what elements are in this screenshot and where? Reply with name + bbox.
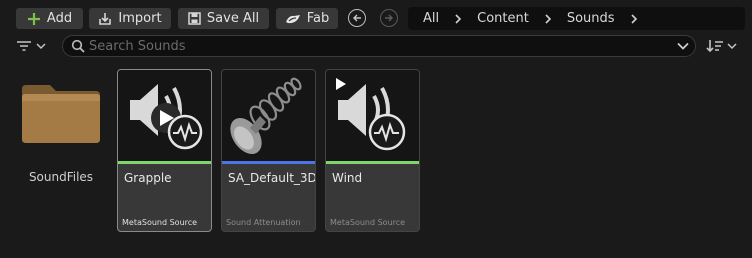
import-button-label: Import <box>118 11 162 26</box>
sound-attenuation-icon <box>230 77 302 155</box>
save-all-button[interactable]: Save All <box>177 7 270 30</box>
sort-button[interactable] <box>706 37 742 55</box>
breadcrumb: All Content Sounds <box>408 7 745 30</box>
fab-icon <box>285 14 300 23</box>
add-button-label: Add <box>46 11 73 26</box>
search-input[interactable] <box>89 38 649 54</box>
sort-icon <box>706 40 723 53</box>
arrow-left-icon <box>353 14 361 22</box>
chevron-right-icon[interactable] <box>439 13 462 24</box>
metasound-icon <box>336 78 406 151</box>
asset-thumbnail <box>222 70 315 161</box>
asset-name: Grapple <box>124 171 172 185</box>
folder-tile[interactable]: SoundFiles <box>18 83 104 193</box>
asset-type: MetaSound Source <box>122 218 198 227</box>
chevron-right-icon[interactable] <box>615 13 638 24</box>
filter-button[interactable] <box>16 37 52 55</box>
fab-button[interactable]: Fab <box>275 7 339 30</box>
asset-type-strip <box>118 161 211 164</box>
asset-type: Sound Attenuation <box>226 218 301 227</box>
asset-thumbnail <box>326 70 419 161</box>
save-all-button-label: Save All <box>206 11 260 26</box>
asset-name: SA_Default_3D <box>228 171 316 185</box>
arrow-right-icon <box>385 14 393 22</box>
search-box <box>62 35 696 57</box>
chevron-down-icon[interactable] <box>677 42 689 50</box>
fab-button-label: Fab <box>306 11 330 26</box>
asset-type-strip <box>326 161 419 164</box>
asset-tile-grapple[interactable]: Grapple MetaSound Source <box>117 69 212 232</box>
breadcrumb-item-all[interactable]: All <box>408 11 439 26</box>
asset-thumbnail <box>118 70 211 161</box>
chevron-right-icon[interactable] <box>529 13 552 24</box>
content-browser-toolbar: Add Import Save All Fab All Content Soun… <box>0 0 752 36</box>
import-icon <box>99 12 112 25</box>
forward-button[interactable] <box>380 9 398 27</box>
breadcrumb-item-content[interactable]: Content <box>462 11 529 26</box>
import-button[interactable]: Import <box>88 7 172 30</box>
asset-name: Wind <box>332 171 363 185</box>
asset-tile-wind[interactable]: Wind MetaSound Source <box>325 69 420 232</box>
metasound-icon <box>130 84 203 150</box>
add-button[interactable]: Add <box>15 7 84 30</box>
asset-type: MetaSound Source <box>330 218 406 227</box>
folder-icon <box>22 85 100 143</box>
folder-label: SoundFiles <box>28 170 94 184</box>
plus-icon <box>27 12 40 25</box>
asset-tile-sa-default-3d[interactable]: SA_Default_3D Sound Attenuation <box>221 69 316 232</box>
chevron-down-icon <box>727 43 737 50</box>
filter-icon <box>17 41 31 51</box>
back-button[interactable] <box>348 9 366 27</box>
search-icon <box>71 39 85 53</box>
save-icon <box>188 12 201 25</box>
breadcrumb-item-sounds[interactable]: Sounds <box>552 11 615 26</box>
asset-type-strip <box>222 161 315 164</box>
chevron-down-icon <box>36 43 46 50</box>
